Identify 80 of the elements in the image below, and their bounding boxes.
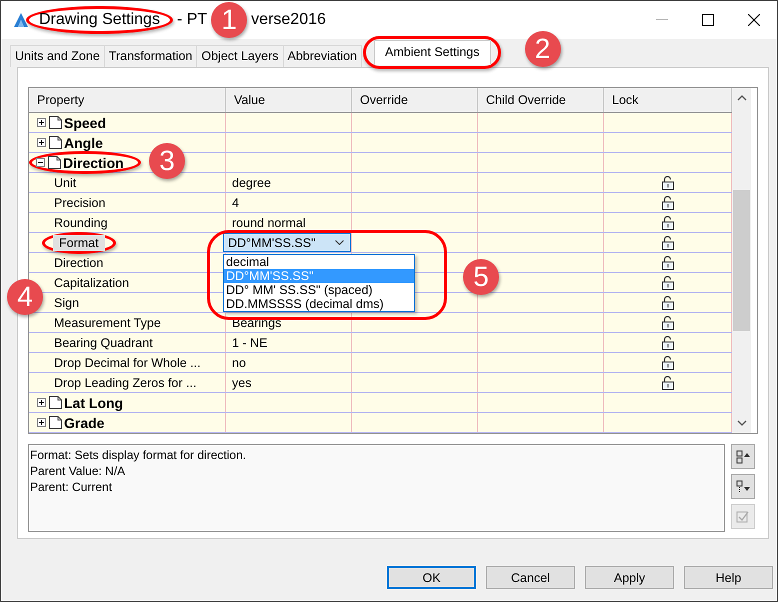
expander-icon[interactable] — [37, 138, 46, 147]
expander-icon[interactable] — [37, 418, 46, 427]
property-value[interactable]: 4 — [226, 196, 239, 210]
property-value[interactable]: 1 - NE — [226, 336, 268, 350]
group-label[interactable]: Lat Long — [64, 394, 124, 410]
scrollbar[interactable] — [732, 88, 751, 433]
callout-number: 4 — [7, 279, 43, 315]
unlocked-padlock-icon[interactable] — [662, 216, 674, 230]
chevron-down-icon — [335, 240, 344, 245]
property-value[interactable]: yes — [226, 376, 252, 390]
page-icon — [48, 135, 63, 150]
dialog-button[interactable]: Apply — [585, 566, 674, 589]
property-label[interactable]: Bearing Quadrant — [48, 334, 159, 350]
app-logo-icon — [13, 12, 29, 28]
dropdown-option[interactable]: DD.MMSSSS (decimal dms) — [224, 297, 414, 311]
property-label[interactable]: Precision — [48, 194, 112, 210]
unlocked-padlock-icon[interactable] — [662, 316, 674, 330]
window-title: Drawing Settings — [39, 11, 160, 29]
scroll-down-icon[interactable] — [736, 420, 746, 426]
unlocked-padlock-icon[interactable] — [662, 276, 674, 290]
dialog-button[interactable]: Help — [684, 566, 773, 589]
expander-icon[interactable] — [37, 398, 46, 407]
property-value[interactable]: no — [226, 356, 246, 370]
description-text: Parent: Current — [30, 479, 114, 495]
unlocked-padlock-icon[interactable] — [662, 376, 674, 390]
format-dropdown[interactable]: DD°MM'SS.SS" — [223, 233, 351, 252]
property-label[interactable]: Measurement Type — [48, 314, 167, 330]
scroll-up-icon[interactable] — [736, 95, 746, 101]
unlocked-padlock-icon[interactable] — [662, 296, 674, 310]
tab[interactable]: Ambient Settings — [374, 40, 490, 65]
property-label[interactable]: Direction — [48, 254, 110, 270]
callout-number: 1 — [211, 2, 248, 38]
property-label[interactable]: Rounding — [48, 214, 114, 230]
callout-number: 2 — [524, 31, 560, 67]
page-icon — [48, 415, 63, 430]
unlocked-padlock-icon[interactable] — [662, 236, 674, 250]
check-box-icon — [735, 508, 751, 524]
column-header[interactable]: Child Override — [478, 88, 604, 112]
column-header[interactable]: Value — [226, 88, 352, 112]
tab[interactable]: Units and Zone — [10, 45, 105, 67]
unlocked-padlock-icon[interactable] — [662, 356, 674, 370]
scrollbar-thumb[interactable] — [733, 190, 750, 331]
unlocked-padlock-icon[interactable] — [662, 336, 674, 350]
page-icon — [48, 115, 63, 130]
dialog-button[interactable]: OK — [387, 566, 476, 589]
move-up-icon — [735, 448, 751, 464]
dropdown-option[interactable]: DD° MM' SS.SS" (spaced) — [224, 283, 414, 297]
group-label[interactable]: Speed — [64, 114, 106, 130]
property-label[interactable]: Drop Decimal for Whole ... — [48, 354, 207, 370]
move-down-icon — [735, 478, 751, 494]
property-label[interactable]: Format — [53, 234, 105, 250]
unlocked-padlock-icon[interactable] — [662, 176, 674, 190]
maximize-icon[interactable] — [702, 14, 714, 26]
toolbar-button[interactable] — [731, 474, 755, 499]
property-label[interactable]: Drop Leading Zeros for ... — [48, 374, 202, 390]
close-icon[interactable] — [748, 14, 760, 26]
unlocked-padlock-icon[interactable] — [662, 196, 674, 210]
column-header[interactable]: Property — [29, 88, 226, 112]
description-text: Format: Sets display format for direction. — [30, 447, 248, 463]
property-label[interactable]: Unit — [48, 174, 82, 190]
property-label[interactable]: Capitalization — [48, 274, 136, 290]
property-value[interactable]: round normal — [226, 216, 306, 230]
tab[interactable]: Abbreviation — [282, 45, 362, 67]
group-label[interactable]: Angle — [64, 134, 103, 150]
group-label[interactable]: Grade — [64, 414, 104, 430]
window-title: verse2016 — [251, 11, 326, 29]
window-title: - PT — [176, 11, 208, 29]
dialog-button[interactable]: Cancel — [486, 566, 575, 589]
property-value[interactable]: degree — [226, 176, 271, 190]
page-icon — [48, 395, 63, 410]
page-icon — [47, 155, 62, 170]
expander-icon[interactable] — [36, 158, 45, 167]
group-label[interactable]: Direction — [63, 154, 124, 170]
dropdown-option[interactable]: decimal — [224, 255, 414, 269]
expander-icon[interactable] — [37, 118, 46, 127]
property-label[interactable]: Sign — [48, 294, 86, 310]
column-header[interactable]: Override — [352, 88, 478, 112]
description-text: Parent Value: N/A — [30, 463, 126, 479]
toolbar-button[interactable] — [731, 444, 755, 469]
unlocked-padlock-icon[interactable] — [662, 256, 674, 270]
